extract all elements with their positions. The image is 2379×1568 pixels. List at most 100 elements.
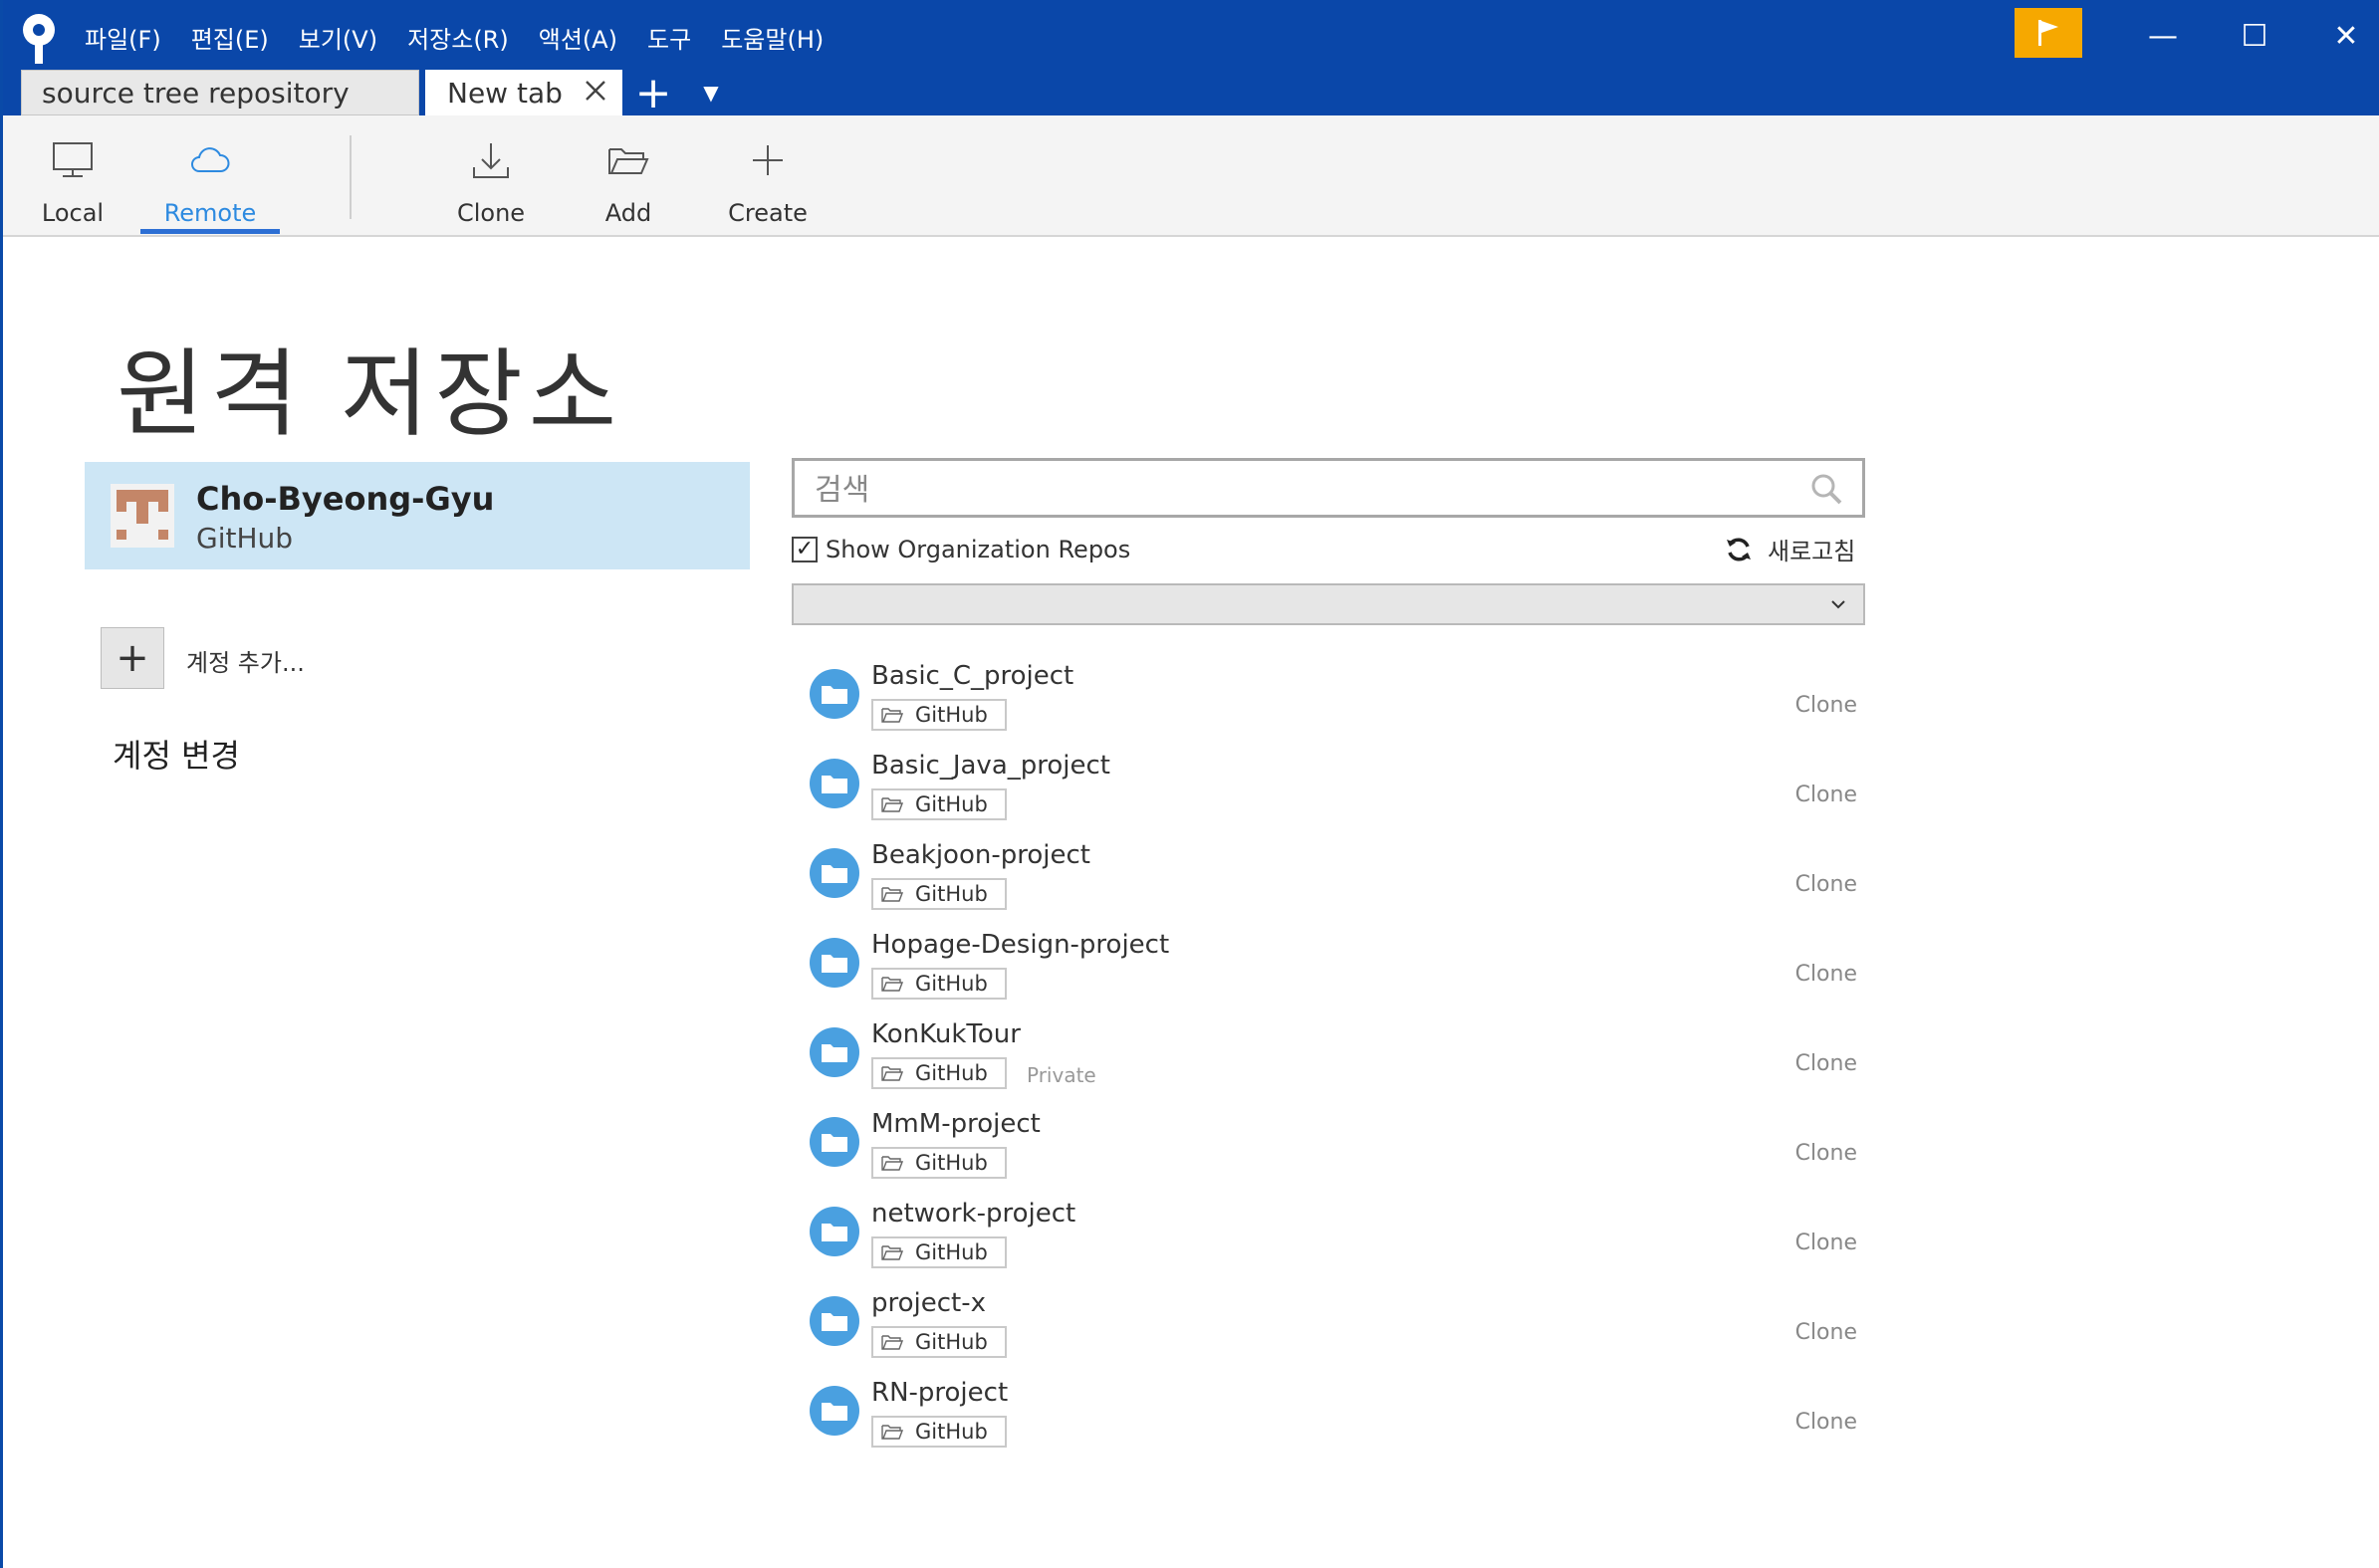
repo-row[interactable]: network-project GitHub Clone: [792, 1195, 1865, 1284]
folder-open-icon: [881, 977, 903, 992]
folder-icon: [810, 1296, 859, 1346]
flag-icon: [2038, 20, 2058, 46]
folder-icon: [810, 938, 859, 988]
close-tab-icon[interactable]: [579, 74, 612, 108]
menu-edit[interactable]: 편집(E): [191, 20, 269, 55]
sourcetree-logo-icon[interactable]: [17, 12, 61, 68]
repo-name[interactable]: Basic_Java_project: [871, 751, 1110, 781]
clone-button[interactable]: Clone: [421, 115, 561, 235]
repo-name[interactable]: KonKukTour: [871, 1019, 1021, 1049]
tab-new-tab[interactable]: New tab: [425, 70, 622, 115]
chevron-down-icon: [1831, 600, 1845, 609]
maximize-button[interactable]: ☐: [2220, 8, 2289, 64]
account-name: Cho-Byeong-Gyu: [196, 480, 495, 518]
change-account-link[interactable]: 계정 변경: [113, 731, 240, 777]
repo-row[interactable]: Basic_Java_project GitHub Clone: [792, 747, 1865, 836]
add-button[interactable]: Add: [559, 115, 698, 235]
folder-open-icon: [881, 708, 903, 723]
folder-open-icon: [608, 148, 649, 174]
close-window-button[interactable]: ✕: [2311, 8, 2379, 64]
repo-row[interactable]: Hopage-Design-project GitHub Clone: [792, 926, 1865, 1015]
repo-clone-button[interactable]: Clone: [1795, 1231, 1857, 1255]
repo-clone-button[interactable]: Clone: [1795, 693, 1857, 718]
folder-open-icon: [881, 1335, 903, 1350]
menu-tools[interactable]: 도구: [647, 20, 691, 55]
active-tab-underline: [140, 229, 280, 234]
repo-host-badge: GitHub: [871, 878, 1007, 910]
show-org-repos-label: Show Organization Repos: [826, 536, 1131, 563]
refresh-icon: [1727, 537, 1751, 561]
repo-row[interactable]: MmM-project GitHub Clone: [792, 1105, 1865, 1195]
repo-host-badge: GitHub: [871, 968, 1007, 1000]
repo-host-badge: GitHub: [871, 1326, 1007, 1358]
folder-open-icon: [881, 1156, 903, 1171]
menu-bar: 파일(F) 편집(E) 보기(V) 저장소(R) 액션(A) 도구 도움말(H): [85, 16, 853, 58]
repo-row[interactable]: Beakjoon-project GitHub Clone: [792, 836, 1865, 926]
folder-icon: [810, 848, 859, 898]
menu-help[interactable]: 도움말(H): [721, 20, 824, 55]
repo-host: GitHub: [915, 882, 988, 906]
show-org-repos-toggle[interactable]: ✓ Show Organization Repos: [792, 536, 1130, 563]
page-title: 원격 저장소: [117, 338, 623, 450]
local-label: Local: [41, 199, 105, 227]
repo-clone-button[interactable]: Clone: [1795, 872, 1857, 897]
repo-row[interactable]: KonKukTour GitHub Private Clone: [792, 1015, 1865, 1105]
refresh-button[interactable]: 새로고침: [1724, 532, 1855, 566]
repo-host: GitHub: [915, 792, 988, 816]
repo-host-badge: GitHub: [871, 788, 1007, 820]
create-label: Create: [728, 199, 808, 227]
local-button[interactable]: Local: [3, 115, 142, 235]
search-icon[interactable]: [1808, 471, 1844, 507]
repo-list: Basic_C_project GitHub Clone Basic_Java_…: [792, 657, 1865, 1463]
repo-clone-button[interactable]: Clone: [1795, 1410, 1857, 1435]
add-label: Add: [604, 199, 652, 227]
folder-icon: [810, 1207, 859, 1256]
repo-name[interactable]: Beakjoon-project: [871, 840, 1090, 870]
menu-actions[interactable]: 액션(A): [539, 20, 617, 55]
repo-row[interactable]: project-x GitHub Clone: [792, 1284, 1865, 1374]
repo-host-badge: GitHub: [871, 1416, 1007, 1448]
repo-clone-button[interactable]: Clone: [1795, 783, 1857, 807]
folder-open-icon: [881, 887, 903, 902]
add-account-link[interactable]: 계정 추가...: [186, 643, 305, 678]
repo-clone-button[interactable]: Clone: [1795, 1051, 1857, 1076]
menu-repository[interactable]: 저장소(R): [407, 20, 509, 55]
repo-name[interactable]: project-x: [871, 1288, 986, 1318]
remote-label: Remote: [163, 199, 257, 227]
show-org-repos-checkbox[interactable]: ✓: [792, 537, 818, 562]
repo-host: GitHub: [915, 1151, 988, 1175]
folder-icon: [810, 669, 859, 719]
repo-name[interactable]: RN-project: [871, 1378, 1008, 1408]
new-tab-button[interactable]: +: [630, 68, 676, 118]
menu-file[interactable]: 파일(F): [85, 20, 161, 55]
folder-open-icon: [881, 1066, 903, 1081]
minimize-button[interactable]: —: [2128, 8, 2198, 64]
repo-clone-button[interactable]: Clone: [1795, 1141, 1857, 1166]
repo-row[interactable]: Basic_C_project GitHub Clone: [792, 657, 1865, 747]
tab-source-tree-repository[interactable]: source tree repository: [21, 70, 419, 115]
add-account-button[interactable]: +: [101, 627, 164, 689]
repo-clone-button[interactable]: Clone: [1795, 1320, 1857, 1345]
download-icon: [473, 143, 509, 178]
repo-host: GitHub: [915, 1061, 988, 1085]
menu-view[interactable]: 보기(V): [299, 20, 377, 55]
create-button[interactable]: Create: [698, 115, 837, 235]
folder-open-icon: [881, 1425, 903, 1440]
remote-button[interactable]: Remote: [140, 115, 280, 235]
repo-name[interactable]: MmM-project: [871, 1109, 1041, 1139]
folder-icon: [810, 759, 859, 808]
repo-host-badge: GitHub: [871, 1147, 1007, 1179]
flag-button[interactable]: [2015, 8, 2082, 58]
account-card[interactable]: Cho-Byeong-Gyu GitHub: [85, 462, 750, 569]
title-bar: 파일(F) 편집(E) 보기(V) 저장소(R) 액션(A) 도구 도움말(H)…: [3, 0, 2379, 118]
repo-host-badge: GitHub: [871, 1057, 1007, 1089]
tab-list-dropdown[interactable]: ▼: [696, 70, 726, 115]
repo-row[interactable]: RN-project GitHub Clone: [792, 1374, 1865, 1463]
repo-clone-button[interactable]: Clone: [1795, 962, 1857, 987]
repo-name[interactable]: Basic_C_project: [871, 661, 1073, 691]
repo-name[interactable]: Hopage-Design-project: [871, 930, 1169, 960]
repo-host: GitHub: [915, 1240, 988, 1264]
repo-name[interactable]: network-project: [871, 1199, 1075, 1229]
search-input[interactable]: [813, 469, 1773, 511]
account-filter-dropdown[interactable]: [792, 583, 1865, 625]
